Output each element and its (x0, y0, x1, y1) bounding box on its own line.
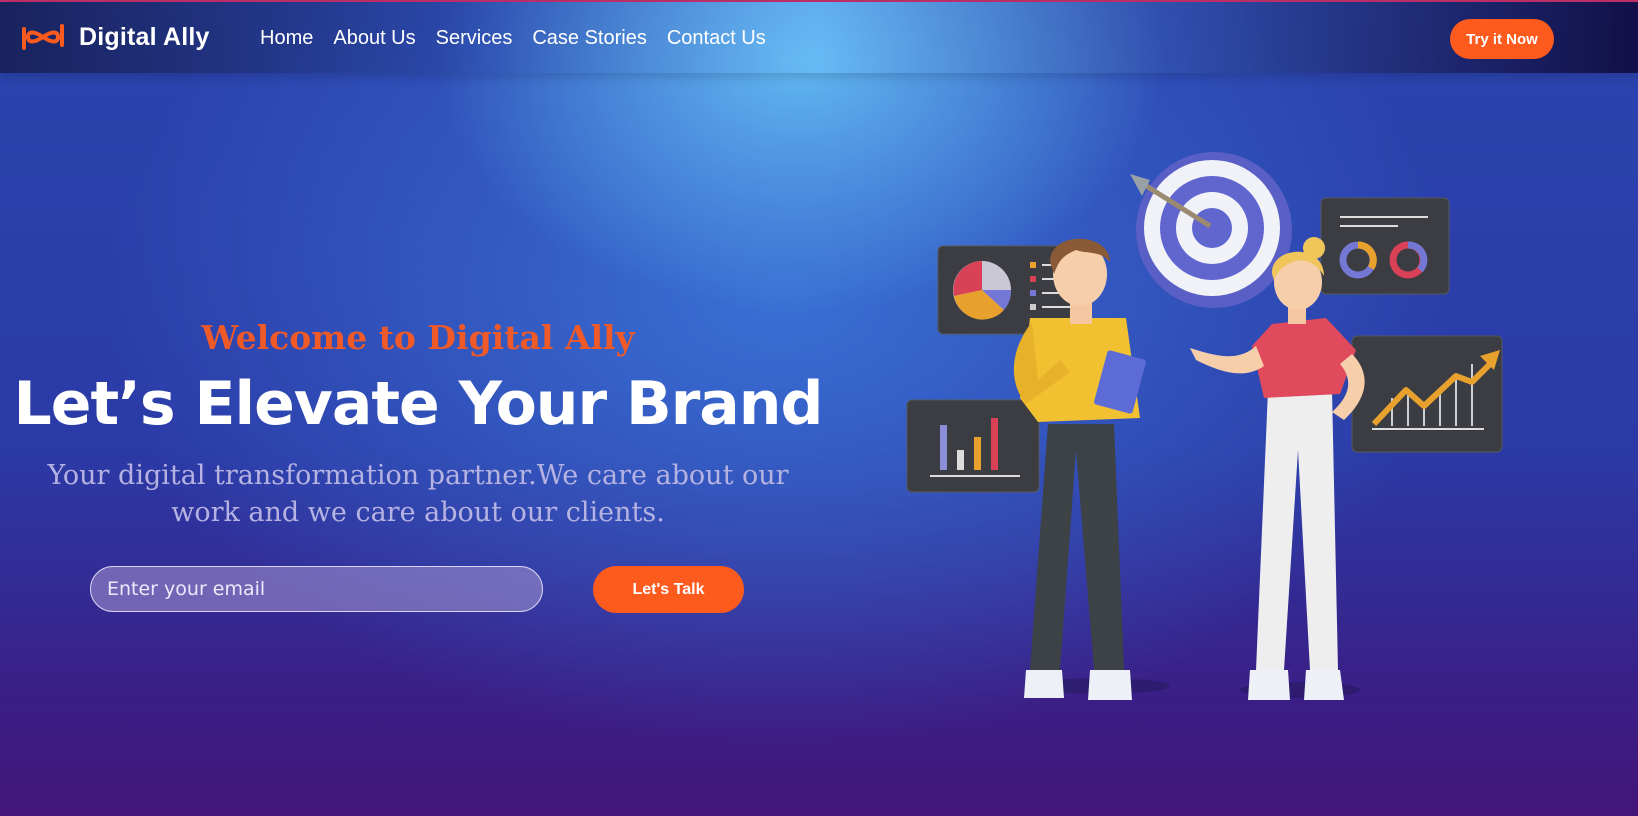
bar-chart-panel (906, 399, 1040, 493)
try-it-now-button[interactable]: Try it Now (1450, 19, 1554, 59)
nav-home[interactable]: Home (260, 27, 313, 50)
nav-about-us[interactable]: About Us (333, 27, 415, 50)
welcome-heading: Welcome to Digital Ally (201, 318, 635, 357)
nav-case-stories[interactable]: Case Stories (532, 27, 647, 50)
navbar: Digital Ally Home About Us Services Case… (0, 2, 1638, 73)
logo[interactable]: Digital Ally (20, 21, 210, 53)
nav-services[interactable]: Services (436, 27, 513, 50)
hero-text: Welcome to Digital Ally Let’s Elevate Yo… (0, 318, 836, 531)
email-input[interactable] (90, 566, 543, 612)
growth-chart-panel (1351, 335, 1503, 453)
nav-contact-us[interactable]: Contact Us (667, 27, 766, 50)
brand-name: Digital Ally (79, 22, 210, 51)
main-nav: Home About Us Services Case Stories Cont… (260, 27, 786, 50)
hero-headline: Let’s Elevate Your Brand (13, 369, 824, 439)
donut-chart-panel (1320, 197, 1450, 295)
lets-talk-button[interactable]: Let's Talk (593, 566, 744, 613)
business-team-illustration (906, 152, 1503, 700)
infinity-logo-icon (22, 24, 64, 50)
hero-subtext: Your digital transformation partner.We c… (47, 460, 789, 528)
target-icon (1130, 152, 1292, 308)
